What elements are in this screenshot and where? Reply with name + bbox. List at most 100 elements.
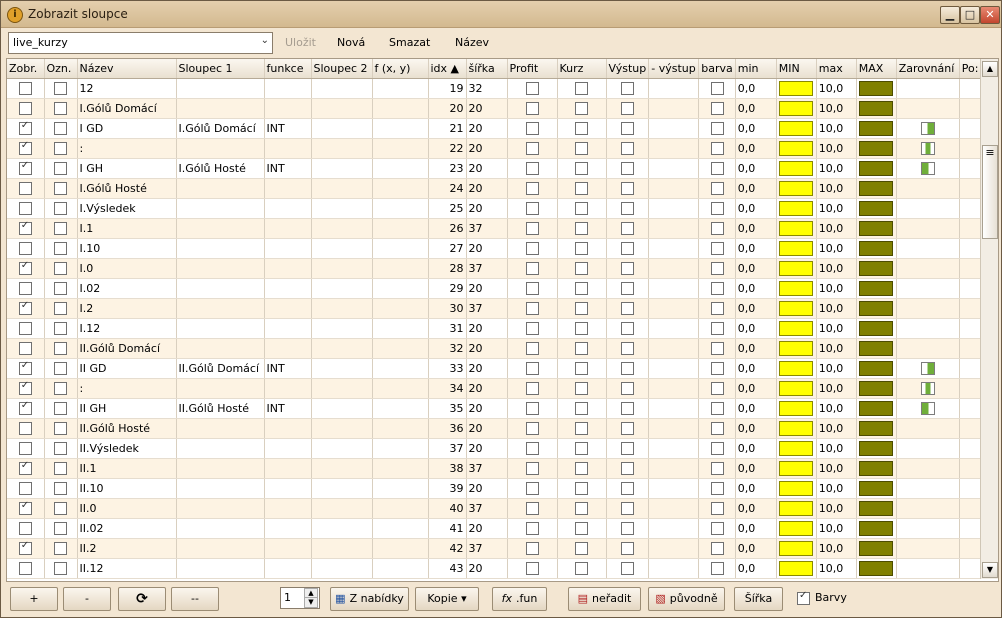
show-checkbox[interactable] xyxy=(18,380,32,396)
max-color-swatch[interactable] xyxy=(859,461,894,476)
width-cell[interactable]: 20 xyxy=(466,278,508,299)
table-row[interactable]: II.0 4037 0,0 10,0 xyxy=(7,498,982,519)
alignment-cell[interactable] xyxy=(896,458,960,479)
color-checkbox[interactable] xyxy=(710,482,724,496)
column2-cell[interactable] xyxy=(311,498,373,519)
max-color-cell[interactable] xyxy=(856,258,897,279)
column1-cell[interactable] xyxy=(176,198,265,219)
neg-output-cell[interactable] xyxy=(648,478,700,499)
column1-cell[interactable] xyxy=(176,478,265,499)
output-checkbox[interactable] xyxy=(620,322,634,336)
profit-checkbox[interactable] xyxy=(525,242,539,256)
max-color-swatch[interactable] xyxy=(859,481,894,496)
mark-cell[interactable] xyxy=(44,378,78,399)
kurz-checkbox[interactable] xyxy=(575,82,588,96)
mark-checkbox[interactable] xyxy=(54,162,67,176)
min-color-swatch[interactable] xyxy=(779,561,814,576)
min-color-swatch[interactable] xyxy=(779,441,814,456)
column1-cell[interactable]: I.Gólů Domácí xyxy=(176,118,265,139)
mark-checkbox[interactable] xyxy=(54,302,67,316)
show-cell[interactable] xyxy=(7,78,45,99)
min-color-cell[interactable] xyxy=(776,158,817,179)
min-cell[interactable]: 0,0 xyxy=(735,198,777,219)
max-color-swatch[interactable] xyxy=(859,561,894,576)
neg-output-cell[interactable] xyxy=(648,338,700,359)
max-cell[interactable]: 10,0 xyxy=(816,138,857,159)
color-checkbox[interactable] xyxy=(710,102,724,116)
alignment-cell[interactable] xyxy=(896,138,960,159)
neg-output-cell[interactable] xyxy=(648,378,700,399)
max-cell[interactable]: 10,0 xyxy=(816,538,857,559)
kurz-checkbox[interactable] xyxy=(575,122,588,136)
neg-output-cell[interactable] xyxy=(648,498,700,519)
min-cell[interactable]: 0,0 xyxy=(735,98,777,119)
profit-checkbox[interactable] xyxy=(525,162,539,176)
show-cell[interactable] xyxy=(7,238,45,259)
max-color-swatch[interactable] xyxy=(859,261,894,276)
output-cell[interactable] xyxy=(606,238,650,259)
kurz-cell[interactable] xyxy=(557,318,607,339)
show-cell[interactable] xyxy=(7,358,45,379)
profit-checkbox[interactable] xyxy=(525,502,539,516)
fxy-cell[interactable] xyxy=(372,278,429,299)
max-color-swatch[interactable] xyxy=(859,301,894,316)
min-cell[interactable]: 0,0 xyxy=(735,438,777,459)
column-header[interactable]: max xyxy=(816,59,857,79)
alignment-cell[interactable] xyxy=(896,98,960,119)
no-sort-button[interactable]: ▤ neřadit xyxy=(568,587,641,611)
max-color-swatch[interactable] xyxy=(859,241,894,256)
output-cell[interactable] xyxy=(606,458,650,479)
show-checkbox[interactable] xyxy=(18,282,32,296)
mark-checkbox[interactable] xyxy=(54,222,67,236)
output-cell[interactable] xyxy=(606,398,650,419)
save-button[interactable]: Uložit xyxy=(285,36,316,49)
column1-cell[interactable] xyxy=(176,378,265,399)
show-cell[interactable] xyxy=(7,458,45,479)
table-row[interactable]: I.10 27 20 0,0 10,0 xyxy=(7,238,982,259)
kurz-cell[interactable] xyxy=(557,118,607,139)
max-cell[interactable]: 10,0 xyxy=(816,518,857,539)
fxy-cell[interactable] xyxy=(372,98,429,119)
min-color-cell[interactable] xyxy=(776,78,817,99)
column2-cell[interactable] xyxy=(311,218,373,239)
min-cell[interactable]: 0,0 xyxy=(735,78,777,99)
color-cell[interactable] xyxy=(698,518,736,539)
min-color-cell[interactable] xyxy=(776,318,817,339)
min-color-cell[interactable] xyxy=(776,398,817,419)
kurz-checkbox[interactable] xyxy=(575,502,588,516)
show-cell[interactable] xyxy=(7,418,45,439)
max-color-swatch[interactable] xyxy=(859,361,894,376)
alignment-cell[interactable] xyxy=(896,158,960,179)
kurz-checkbox[interactable] xyxy=(575,102,588,116)
max-color-cell[interactable] xyxy=(856,138,897,159)
column-header[interactable]: Název xyxy=(77,59,177,79)
column2-cell[interactable] xyxy=(311,258,373,279)
pos-cell[interactable] xyxy=(959,98,982,119)
delete-button[interactable]: Smazat xyxy=(389,36,430,49)
color-cell[interactable] xyxy=(698,198,736,219)
profit-checkbox[interactable] xyxy=(525,482,539,496)
min-color-cell[interactable] xyxy=(776,118,817,139)
width-cell[interactable]: 20 xyxy=(466,158,508,179)
min-cell[interactable]: 0,0 xyxy=(735,518,777,539)
profit-cell[interactable] xyxy=(507,358,558,379)
max-color-swatch[interactable] xyxy=(859,221,894,236)
fxy-cell[interactable] xyxy=(372,378,429,399)
column1-cell[interactable] xyxy=(176,338,265,359)
kurz-cell[interactable] xyxy=(557,278,607,299)
kurz-cell[interactable] xyxy=(557,218,607,239)
pos-cell[interactable] xyxy=(959,218,982,239)
width-cell[interactable]: 20 xyxy=(466,338,508,359)
chevron-down-icon[interactable]: ⌄ xyxy=(261,35,269,46)
pos-cell[interactable] xyxy=(959,118,982,139)
max-color-cell[interactable] xyxy=(856,78,897,99)
min-cell[interactable]: 0,0 xyxy=(735,398,777,419)
function-cell[interactable] xyxy=(264,98,312,119)
alignment-cell[interactable] xyxy=(896,118,960,139)
output-cell[interactable] xyxy=(606,98,650,119)
neg-output-cell[interactable] xyxy=(648,518,700,539)
width-cell[interactable]: 20 xyxy=(466,358,508,379)
output-cell[interactable] xyxy=(606,418,650,439)
function-cell[interactable] xyxy=(264,478,312,499)
min-color-swatch[interactable] xyxy=(779,521,814,536)
